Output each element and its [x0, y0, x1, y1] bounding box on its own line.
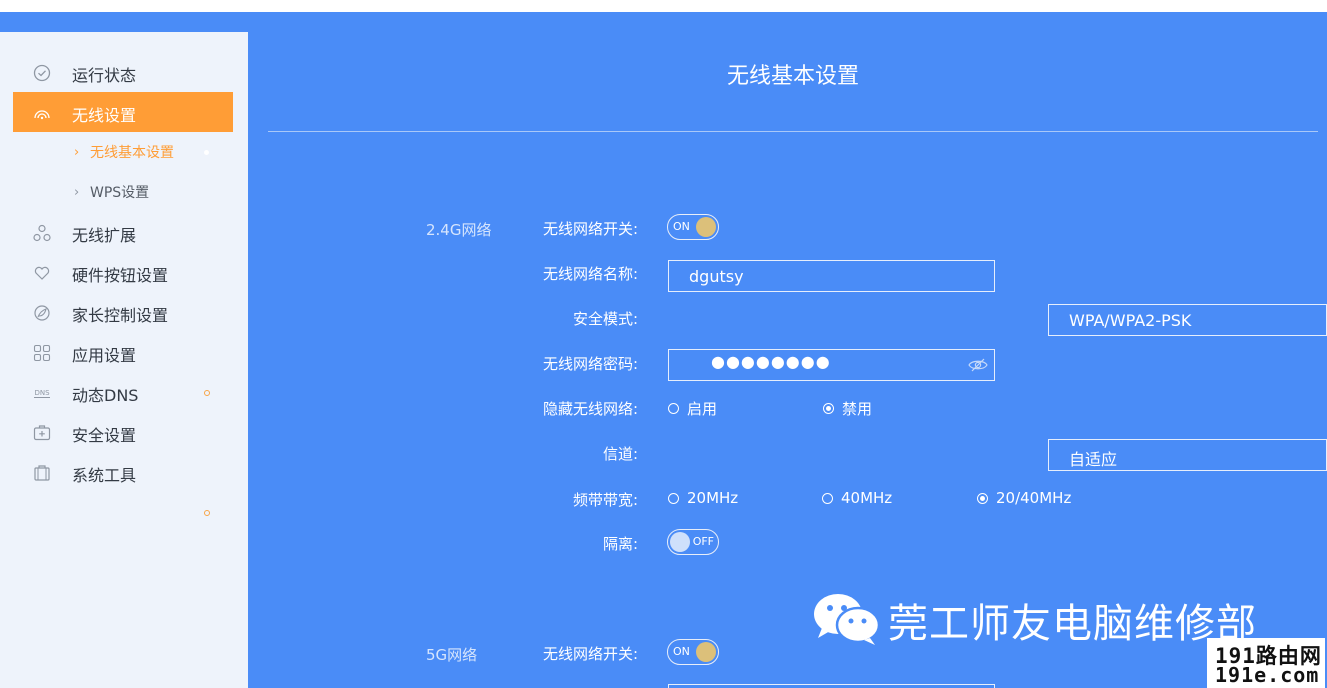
radio-label: 20/40MHz — [996, 489, 1072, 507]
dns-icon: DNS — [33, 384, 51, 402]
sidebar-item-label: 无线设置 — [72, 106, 137, 125]
radio-circle-selected — [823, 403, 834, 414]
password-input[interactable]: ●●●●●●●● — [668, 349, 995, 381]
chevron-right-icon: › — [74, 144, 80, 160]
chevron-right-icon: › — [74, 184, 80, 200]
heart-icon — [33, 264, 51, 282]
check-circle-icon — [33, 64, 51, 82]
ssid-5g-input[interactable] — [668, 684, 995, 688]
sidebar-item-label: 安全设置 — [72, 426, 137, 445]
site-logo: 191路由网 191e.com — [1207, 638, 1325, 688]
apps-grid-icon — [33, 344, 51, 362]
sidebar-item-security[interactable]: 安全设置 — [13, 412, 233, 452]
sidebar-subitem-wps[interactable]: › WPS设置 — [74, 180, 149, 204]
sidebar-item-label: 家长控制设置 — [72, 306, 169, 325]
sidebar-item-label: 硬件按钮设置 — [72, 266, 169, 285]
sidebar-item-parental-control[interactable]: 家长控制设置 — [13, 292, 233, 332]
toggle-state-text: ON — [673, 220, 690, 233]
toggle-state-text: ON — [673, 645, 690, 658]
indicator-dot — [204, 150, 209, 155]
wechat-icon — [814, 594, 881, 645]
sidebar-subitem-label: WPS设置 — [90, 185, 150, 201]
toggle-knob — [696, 217, 716, 237]
wireless-switch-label: 无线网络开关: — [542, 645, 638, 663]
eye-slash-icon[interactable] — [968, 357, 988, 373]
security-mode-select[interactable]: WPA/WPA2-PSK — [1048, 304, 1327, 336]
bandwidth-20mhz-radio[interactable]: 20MHz — [668, 489, 738, 507]
security-mode-value: WPA/WPA2-PSK — [1069, 311, 1192, 330]
sidebar-item-extension[interactable]: 无线扩展 — [13, 212, 233, 252]
indicator-dot — [204, 510, 210, 516]
radio-label: 启用 — [687, 400, 718, 418]
sidebar-item-wireless[interactable]: 无线设置 — [13, 92, 233, 132]
top-strip — [0, 0, 1327, 12]
wifi-icon — [33, 104, 51, 122]
channel-label: 信道: — [602, 445, 638, 463]
radio-label: 20MHz — [687, 489, 739, 507]
section-label-5g: 5G网络 — [426, 646, 478, 664]
radio-circle — [668, 403, 679, 414]
sidebar-item-label: 系统工具 — [72, 466, 137, 485]
site-logo-line2: 191e.com — [1215, 663, 1320, 687]
radio-label: 40MHz — [841, 489, 893, 507]
wechat-watermark — [812, 590, 882, 646]
section-label-24g: 2.4G网络 — [426, 221, 492, 239]
network-icon — [33, 224, 51, 242]
sidebar-item-hardware-buttons[interactable]: 硬件按钮设置 — [13, 252, 233, 292]
radio-label: 禁用 — [842, 400, 873, 418]
sidebar-subitem-basic-wireless[interactable]: › 无线基本设置 — [74, 140, 174, 164]
radio-circle — [668, 492, 679, 504]
sidebar-item-label: 动态DNS — [72, 386, 139, 405]
password-label: 无线网络密码: — [542, 355, 638, 373]
bandwidth-label: 频带带宽: — [572, 491, 638, 509]
radio-circle — [822, 492, 833, 504]
toggle-state-text: OFF — [692, 535, 714, 548]
hide-network-label: 隐藏无线网络: — [542, 400, 638, 418]
dns-icon-text: DNS — [34, 388, 50, 398]
toggle-knob — [696, 642, 716, 662]
sidebar-item-system-tools[interactable]: 系统工具 — [13, 452, 233, 492]
ssid-input[interactable]: dgutsy — [668, 260, 995, 292]
sidebar-item-status[interactable]: 运行状态 — [13, 52, 233, 92]
ssid-value: dgutsy — [689, 267, 744, 286]
sidebar-item-ddns[interactable]: DNS 动态DNS — [13, 372, 233, 412]
sidebar-item-label: 应用设置 — [72, 346, 137, 365]
sidebar-item-label: 运行状态 — [72, 66, 137, 85]
hide-network-enable-radio[interactable]: 启用 — [668, 398, 717, 419]
wireless-switch-24g-toggle[interactable]: ON — [667, 214, 719, 240]
wireless-switch-label: 无线网络开关: — [542, 220, 638, 238]
first-aid-kit-icon — [33, 424, 51, 442]
isolation-toggle[interactable]: OFF — [667, 529, 719, 555]
indicator-dot — [204, 390, 210, 396]
leaf-icon — [33, 304, 51, 322]
watermark-text: 莞工师友电脑维修部 — [888, 601, 1257, 647]
sidebar-item-applications[interactable]: 应用设置 — [13, 332, 233, 372]
password-mask: ●●●●●●●● — [711, 352, 831, 371]
security-mode-label: 安全模式: — [572, 310, 638, 328]
radio-circle-selected — [977, 492, 988, 504]
sidebar-subitem-label: 无线基本设置 — [90, 145, 174, 161]
ssid-label: 无线网络名称: — [542, 265, 638, 283]
hide-network-disable-radio[interactable]: 禁用 — [823, 398, 872, 419]
sidebar-item-label: 无线扩展 — [72, 226, 137, 245]
channel-value: 自适应 — [1069, 450, 1118, 469]
page-title: 无线基本设置 — [726, 64, 859, 89]
bandwidth-20-40mhz-radio[interactable]: 20/40MHz — [977, 489, 1071, 507]
sidebar: 运行状态 无线设置 › 无线基本设置 › WPS设置 无线扩展 硬件按钮设置 家… — [0, 32, 248, 688]
title-divider — [268, 131, 1318, 132]
wireless-switch-5g-toggle[interactable]: ON — [667, 639, 719, 665]
bandwidth-40mhz-radio[interactable]: 40MHz — [822, 489, 892, 507]
channel-select[interactable]: 自适应 — [1048, 439, 1327, 471]
toolbox-icon — [33, 464, 51, 482]
toggle-knob — [670, 532, 690, 552]
isolation-label: 隔离: — [602, 535, 638, 553]
